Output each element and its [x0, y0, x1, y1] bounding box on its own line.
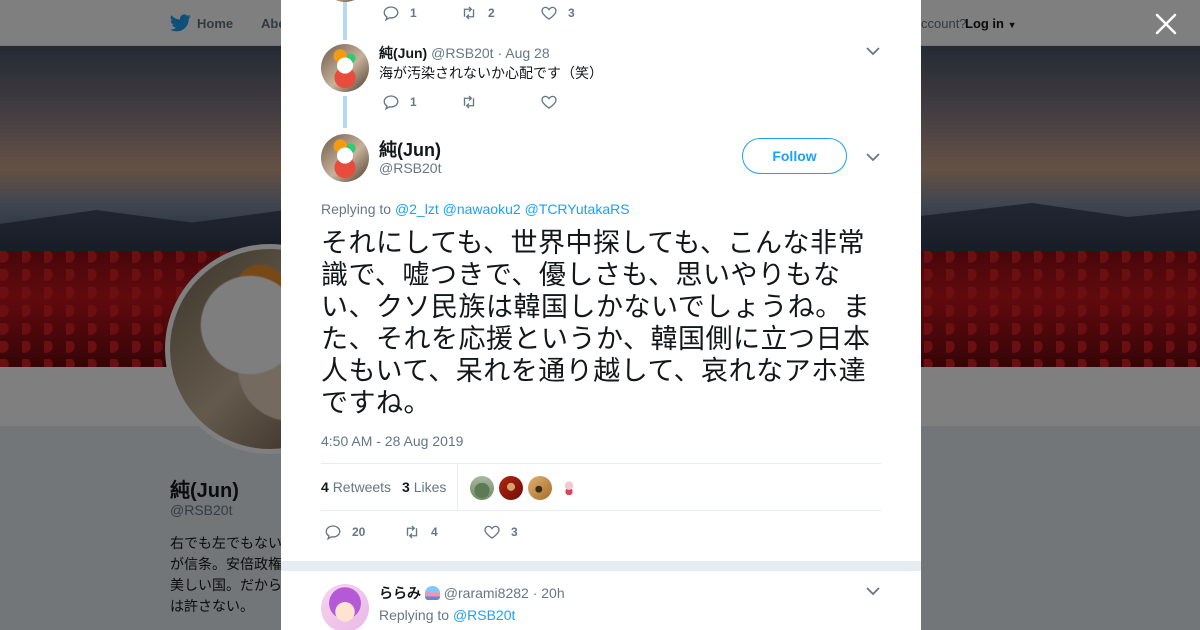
- tweet-text: 海が汚染されないか心配です（笑）: [379, 65, 603, 81]
- liker-avatar[interactable]: [499, 476, 523, 500]
- main-tweet-author-name[interactable]: 純(Jun): [379, 136, 441, 162]
- chevron-down-icon[interactable]: [866, 586, 880, 596]
- like-button[interactable]: 3: [540, 4, 575, 22]
- avatar[interactable]: [321, 584, 369, 630]
- chevron-down-icon[interactable]: [866, 46, 880, 56]
- heart-icon: [484, 525, 500, 539]
- retweets-label: Retweets: [332, 479, 392, 495]
- mention-link[interactable]: @nawaoku2: [443, 201, 521, 217]
- like-count: 3: [568, 6, 575, 20]
- like-button[interactable]: 3: [483, 523, 518, 541]
- mention-link[interactable]: @2_lzt: [395, 201, 439, 217]
- like-button[interactable]: [540, 93, 568, 111]
- retweet-icon: [406, 525, 418, 539]
- reply-button[interactable]: 20: [324, 523, 365, 541]
- main-tweet-timestamp[interactable]: 4:50 AM - 28 Aug 2019: [321, 433, 463, 449]
- tweet-author-name[interactable]: ららみ: [379, 585, 421, 601]
- tweet-author-name[interactable]: 純(Jun): [379, 45, 427, 61]
- tweet-author-handle[interactable]: @RSB20t: [431, 45, 493, 61]
- tweet-author-handle[interactable]: @rarami8282: [444, 585, 529, 601]
- liker-avatar[interactable]: [470, 476, 494, 500]
- avatar[interactable]: [321, 44, 369, 92]
- retweets-count: 4: [321, 479, 329, 495]
- likes-stat[interactable]: 3 Likes: [402, 479, 446, 495]
- replying-to-label: Replying to: [379, 607, 450, 623]
- heart-icon: [541, 95, 557, 109]
- liker-avatar[interactable]: [557, 476, 581, 500]
- liker-avatar[interactable]: [528, 476, 552, 500]
- retweet-button[interactable]: [460, 93, 488, 111]
- reply-icon: [383, 6, 399, 22]
- reply-icon: [325, 525, 341, 541]
- like-count: 3: [511, 525, 518, 539]
- tweet-date[interactable]: · 20h: [533, 585, 565, 601]
- shaved-ice-emoji-icon: [424, 586, 440, 600]
- heart-icon: [541, 6, 557, 20]
- reply-button[interactable]: 1: [382, 93, 417, 111]
- retweet-icon: [463, 95, 475, 109]
- replying-to-label: Replying to: [321, 201, 392, 217]
- retweet-button[interactable]: 2: [460, 4, 495, 22]
- retweets-stat[interactable]: 4 Retweets: [321, 479, 391, 495]
- main-tweet-author-handle[interactable]: @RSB20t: [379, 160, 441, 176]
- likes-count: 3: [402, 479, 410, 495]
- retweet-icon: [463, 6, 475, 20]
- likes-label: Likes: [413, 479, 447, 495]
- reply-button[interactable]: 1: [382, 4, 417, 22]
- engagement-stats: 4 Retweets 3 Likes: [321, 463, 881, 511]
- chevron-down-icon[interactable]: [866, 152, 880, 162]
- follow-button[interactable]: Follow: [742, 138, 847, 174]
- tweet-date[interactable]: · Aug 28: [497, 45, 549, 61]
- replying-to-line: Replying to @RSB20t: [379, 607, 515, 623]
- close-icon[interactable]: [1155, 13, 1177, 35]
- mention-link[interactable]: @TCRYutakaRS: [525, 201, 630, 217]
- retweet-count: 2: [488, 6, 495, 20]
- reply-count: 20: [352, 525, 366, 539]
- reply-count: 1: [410, 6, 417, 20]
- main-tweet-text: それにしても、世界中探しても、こんな非常識で、嘘つきで、優しさも、思いやりもない…: [321, 228, 871, 418]
- tweet-header: ららみ @rarami8282 · 20h: [379, 583, 565, 603]
- reply-icon: [383, 95, 399, 111]
- stats-divider: [457, 464, 458, 510]
- replying-to-line: Replying to @2_lzt @nawaoku2 @TCRYutakaR…: [321, 201, 630, 217]
- tweet-header: 純(Jun) @RSB20t · Aug 28: [379, 43, 550, 63]
- avatar[interactable]: [321, 134, 369, 182]
- thread-connector: [343, 0, 347, 40]
- thread-connector: [343, 96, 347, 128]
- retweet-button[interactable]: 4: [403, 523, 438, 541]
- reply-count: 1: [410, 95, 417, 109]
- reply-section-divider: [281, 561, 921, 571]
- retweet-count: 4: [431, 525, 438, 539]
- mention-link[interactable]: @RSB20t: [453, 607, 515, 623]
